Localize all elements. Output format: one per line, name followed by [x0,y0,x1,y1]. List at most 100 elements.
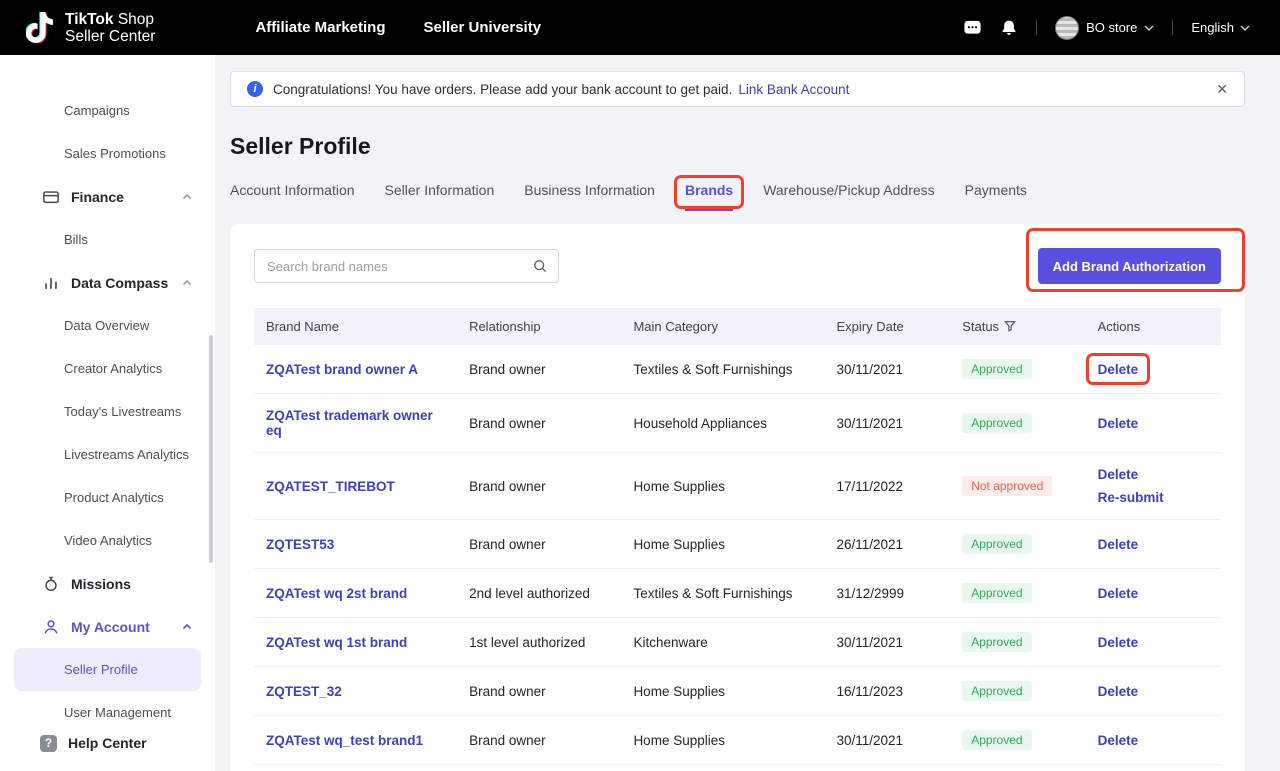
brand-name-link[interactable]: ZQATest wq 1st brand [266,635,407,650]
store-name: BO store [1086,20,1137,35]
table-row: ZQATEST_TIREBOTBrand ownerHome Supplies1… [254,453,1221,520]
actions-cell: Delete [1086,667,1221,716]
sidebar-item-data-compass[interactable]: Data Compass [0,261,215,304]
delete-link[interactable]: Delete [1098,684,1139,699]
messages-icon[interactable] [963,18,982,37]
search-input[interactable] [254,249,559,283]
delete-link[interactable]: Delete [1098,467,1139,482]
expiry-date-cell: 30/11/2021 [825,716,951,765]
tabs: Account Information Seller Information Bus… [230,182,1245,211]
chevron-up-icon [181,191,193,203]
column-header-relationship: Relationship [457,308,621,345]
main-content: i Congratulations! You have orders. Plea… [215,55,1280,771]
delete-link[interactable]: Delete [1098,537,1139,552]
delete-link[interactable]: Delete [1098,733,1139,748]
column-header-brand-name: Brand Name [254,308,457,345]
sidebar-item-today-s-livestreams[interactable]: Today's Livestreams [0,390,215,433]
sidebar-item-campaigns[interactable]: Campaigns [0,89,215,132]
filter-icon[interactable] [1004,320,1016,332]
status-cell: Approved [950,569,1085,618]
sidebar-item-livestreams-analytics[interactable]: Livestreams Analytics [0,433,215,476]
sidebar-item-creator-analytics[interactable]: Creator Analytics [0,347,215,390]
close-icon[interactable]: ✕ [1216,82,1228,96]
add-brand-authorization-button[interactable]: Add Brand Authorization [1038,248,1221,284]
delete-link[interactable]: Delete [1098,586,1139,601]
actions-cell: Delete [1086,765,1221,771]
status-badge: Approved [962,534,1031,554]
sidebar-item-bills[interactable]: Bills [0,218,215,261]
language-menu[interactable]: English [1191,20,1250,35]
sidebar-item-finance[interactable]: Finance [0,175,215,218]
divider [1036,20,1037,35]
brand-name-link[interactable]: ZQATest wq 2st brand [266,586,407,601]
brand-name-link[interactable]: ZQTEST_32 [266,684,342,699]
sidebar-item-label: Finance [71,189,124,205]
delete-link[interactable]: Delete [1098,416,1139,431]
status-cell: Approved [950,345,1085,394]
column-label: Brand Name [266,319,339,334]
brand-name-cell: ZQTEST53 [254,520,457,569]
column-header-status[interactable]: Status [950,308,1085,345]
brands-table-body: ZQATest brand owner A Brand ownerTextiles… [254,345,1221,771]
chevron-down-icon [1144,25,1154,31]
search-icon[interactable] [532,258,548,274]
link-bank-account-link[interactable]: Link Bank Account [738,82,849,97]
brand-name-cell: ZQATest 2s wq_trademark_brand [254,765,457,771]
tab-brands[interactable]: Brands [685,182,733,211]
sidebar-scrollbar-thumb[interactable] [209,335,213,563]
brands-table: Brand NameRelationshipMain CategoryExpir… [254,308,1221,771]
status-badge: Not approved [962,476,1052,496]
expiry-date-cell: 17/11/2022 [825,453,951,520]
tiktok-note-icon [26,11,56,45]
delete-link[interactable]: Delete [1098,635,1139,650]
sidebar-item-data-overview[interactable]: Data Overview [0,304,215,347]
status-cell: Approved [950,765,1085,771]
table-header-row: Brand NameRelationshipMain CategoryExpir… [254,308,1221,345]
brand-name-cell: ZQATest brand owner A [254,345,457,394]
status-cell: Approved [950,618,1085,667]
help-icon: ? [40,735,57,752]
actions-cell: Delete [1086,345,1221,394]
main-category-cell: Textiles & Soft Furnishings [621,345,824,394]
tab-account-information[interactable]: Account Information [230,182,355,211]
relationship-cell: Brand owner [457,394,621,453]
status-cell: Approved [950,394,1085,453]
nav-link-affiliate-marketing[interactable]: Affiliate Marketing [255,19,385,36]
sidebar-item-sales-promotions[interactable]: Sales Promotions [0,132,215,175]
brand-name-link[interactable]: ZQATest wq_test brand1 [266,733,423,748]
relationship-cell: 1st level authorized [457,618,621,667]
main-category-cell: Household Appliances [621,394,824,453]
brand-name-link[interactable]: ZQATEST_TIREBOT [266,479,395,494]
store-menu[interactable]: BO store [1055,16,1154,40]
sidebar-item-help-center[interactable]: ? Help Center [0,723,215,763]
brands-card: Add Brand Authorization Brand Name Relati… [230,224,1245,771]
sidebar-item-video-analytics[interactable]: Video Analytics [0,519,215,562]
brand-name-link[interactable]: ZQATest brand owner A [266,362,418,377]
brand-name-cell: ZQATest wq 2st brand [254,569,457,618]
sidebar-item-missions[interactable]: Missions [0,562,215,605]
tab-seller-information[interactable]: Seller Information [385,182,495,211]
tab-business-information[interactable]: Business Information [524,182,655,211]
chevron-up-icon [181,621,193,633]
tiktok-shop-logo[interactable]: TikTok Shop Seller Center [26,11,155,45]
delete-link[interactable]: Delete [1098,362,1139,377]
sidebar-item-seller-profile[interactable]: Seller Profile [14,648,201,691]
notification-bell-icon[interactable] [1000,19,1018,37]
brand-name-link[interactable]: ZQTEST53 [266,537,334,552]
column-label: Actions [1098,319,1141,334]
sidebar-nav: CampaignsSales PromotionsFinanceBillsDat… [0,55,215,734]
brand-name-cell: ZQATest trademark owner eq [254,394,457,453]
sidebar-item-product-analytics[interactable]: Product Analytics [0,476,215,519]
re-submit-link[interactable]: Re-submit [1098,490,1164,505]
expiry-date-cell: 16/11/2023 [825,667,951,716]
tab-payments[interactable]: Payments [965,182,1027,211]
expiry-date-cell: 30/11/2021 [825,345,951,394]
sidebar-item-my-account[interactable]: My Account [0,605,215,648]
brand-name-link[interactable]: ZQATest trademark owner eq [266,408,433,438]
expiry-date-cell: 30/11/2021 [825,394,951,453]
tab-warehouse-pickup-address[interactable]: Warehouse/Pickup Address [763,182,934,211]
relationship-cell: 2nd level authorized [457,765,621,771]
sidebar-item-label: Missions [71,576,131,592]
column-label: Expiry Date [837,319,904,334]
nav-link-seller-university[interactable]: Seller University [424,19,542,36]
